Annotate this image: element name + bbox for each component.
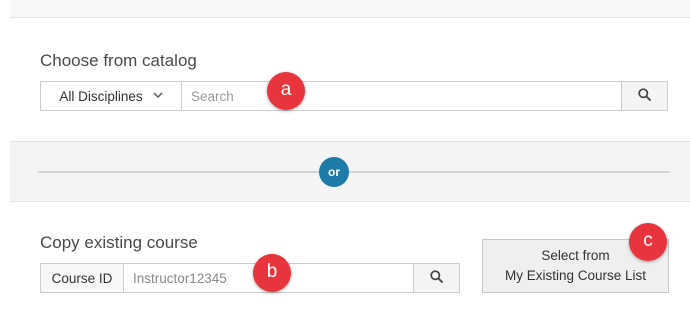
- callout-b: b: [253, 254, 291, 292]
- copy-course-title: Copy existing course: [40, 233, 198, 252]
- course-id-group: Course ID: [40, 263, 460, 293]
- discipline-select[interactable]: All Disciplines: [41, 82, 182, 110]
- or-divider-line: [38, 171, 670, 173]
- course-id-label: Course ID: [41, 264, 124, 292]
- search-icon: [430, 270, 443, 286]
- search-icon: [638, 88, 651, 104]
- top-strip: [10, 0, 690, 18]
- chevron-down-icon: [153, 90, 163, 102]
- callout-a: a: [267, 72, 305, 110]
- select-button-line2: My Existing Course List: [504, 268, 647, 283]
- discipline-select-label: All Disciplines: [59, 88, 143, 104]
- catalog-search-button[interactable]: [621, 82, 667, 110]
- catalog-search-input[interactable]: [182, 82, 621, 110]
- course-search-button[interactable]: [413, 264, 459, 292]
- callout-c: c: [629, 223, 667, 261]
- catalog-title: Choose from catalog: [40, 51, 197, 70]
- catalog-search-group: All Disciplines: [40, 81, 668, 111]
- or-badge: or: [319, 157, 349, 187]
